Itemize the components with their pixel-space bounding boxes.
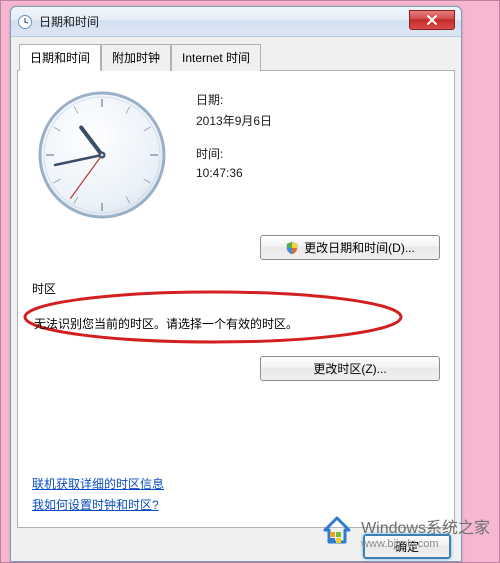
date-label: 日期: — [196, 91, 272, 108]
client-area: 日期和时间 附加时钟 Internet 时间 — [11, 37, 461, 561]
change-timezone-label: 更改时区(Z)... — [313, 360, 386, 377]
help-links: 联机获取详细的时区信息 我如何设置时钟和时区? — [32, 475, 164, 517]
timezone-message: 无法识别您当前的时区。请选择一个有效的时区。 — [32, 311, 300, 336]
shield-icon — [285, 241, 299, 255]
ok-button[interactable]: 确定 — [363, 534, 451, 559]
timezone-area: 无法识别您当前的时区。请选择一个有效的时区。 — [32, 303, 440, 346]
datetime-info: 日期: 2013年9月6日 时间: 10:47:36 — [196, 85, 272, 225]
dialog-icon — [17, 14, 33, 30]
time-label: 时间: — [196, 145, 272, 162]
tab-strip: 日期和时间 附加时钟 Internet 时间 — [17, 43, 455, 71]
change-datetime-label: 更改日期和时间(D)... — [304, 239, 415, 256]
titlebar: 日期和时间 — [11, 7, 461, 37]
link-how-set-clock[interactable]: 我如何设置时钟和时区? — [32, 496, 164, 513]
tab-panel-datetime: 日期: 2013年9月6日 时间: 10:47:36 — [17, 71, 455, 528]
link-detailed-timezone[interactable]: 联机获取详细的时区信息 — [32, 475, 164, 492]
close-button[interactable] — [409, 10, 455, 30]
ok-label: 确定 — [395, 538, 419, 555]
tab-datetime[interactable]: 日期和时间 — [19, 44, 101, 71]
change-timezone-button[interactable]: 更改时区(Z)... — [260, 356, 440, 381]
close-icon — [426, 14, 438, 26]
tab-additional-clocks[interactable]: 附加时钟 — [101, 44, 171, 71]
timezone-heading: 时区 — [32, 280, 440, 297]
analog-clock — [32, 85, 172, 225]
window-title: 日期和时间 — [39, 13, 409, 30]
date-value: 2013年9月6日 — [196, 112, 272, 129]
date-time-dialog: 日期和时间 日期和时间 附加时钟 Internet 时间 — [10, 6, 462, 562]
tab-internet-time[interactable]: Internet 时间 — [171, 44, 261, 71]
change-datetime-button[interactable]: 更改日期和时间(D)... — [260, 235, 440, 260]
dialog-buttons: 确定 — [17, 528, 455, 559]
time-value: 10:47:36 — [196, 166, 272, 180]
